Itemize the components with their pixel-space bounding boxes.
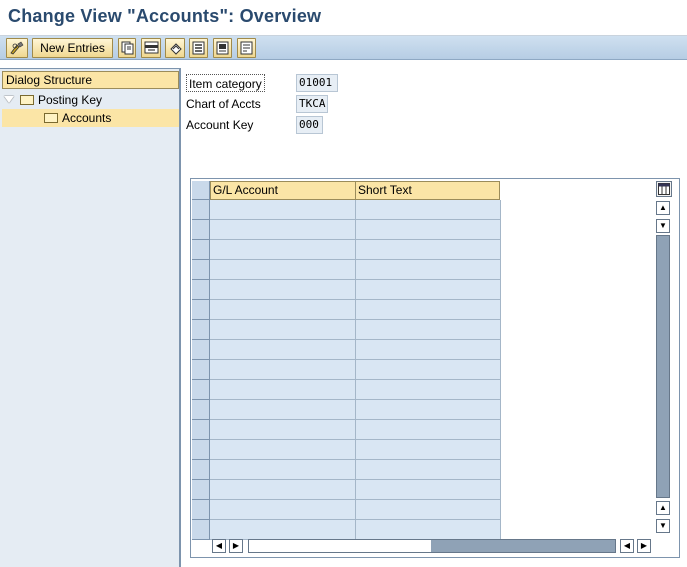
deselect-all-icon[interactable]	[237, 38, 256, 58]
row-selector[interactable]	[192, 460, 210, 480]
scroll-top-button[interactable]: ▲	[656, 201, 670, 215]
open-folder-icon	[44, 113, 58, 123]
row-selector[interactable]	[192, 320, 210, 340]
tree-item-label: Posting Key	[38, 93, 103, 107]
short-text-cell[interactable]	[356, 400, 501, 420]
short-text-cell[interactable]	[356, 260, 501, 280]
column-header-short-text[interactable]: Short Text	[355, 181, 500, 200]
row-selector[interactable]	[192, 400, 210, 420]
dialog-structure-header: Dialog Structure	[2, 71, 179, 89]
tree-item-posting-key[interactable]: Posting Key	[4, 91, 102, 109]
short-text-cell[interactable]	[356, 520, 501, 540]
select-all-icon[interactable]	[189, 38, 208, 58]
horizontal-scroll-thumb[interactable]	[431, 540, 615, 552]
vertical-scrollbar[interactable]	[656, 235, 670, 498]
row-selector[interactable]	[192, 440, 210, 460]
short-text-cell[interactable]	[356, 200, 501, 220]
short-text-cell[interactable]	[356, 280, 501, 300]
short-text-cell[interactable]	[356, 460, 501, 480]
content-spacer	[0, 60, 687, 68]
select-all-rows-cell[interactable]	[192, 181, 210, 200]
short-text-cell[interactable]	[356, 340, 501, 360]
tree-item-label: Accounts	[62, 111, 112, 125]
short-text-cell[interactable]	[356, 500, 501, 520]
table-settings-icon[interactable]	[656, 181, 672, 197]
row-selector[interactable]	[192, 200, 210, 220]
short-text-cell[interactable]	[356, 320, 501, 340]
scroll-last-column-button[interactable]: ▶	[637, 539, 651, 553]
tree-item-accounts[interactable]: Accounts	[2, 109, 179, 127]
gl-account-cell[interactable]	[210, 220, 356, 240]
scroll-bottom-button[interactable]: ▼	[656, 519, 670, 533]
page-title: Change View "Accounts": Overview	[8, 6, 322, 26]
copy-icon[interactable]	[118, 38, 136, 58]
gl-account-cell[interactable]	[210, 420, 356, 440]
short-text-cell[interactable]	[356, 380, 501, 400]
title-bar: Change View "Accounts": Overview	[0, 0, 687, 36]
display-change-icon[interactable]	[6, 38, 28, 58]
gl-account-cell[interactable]	[210, 460, 356, 480]
gl-account-cell[interactable]	[210, 520, 356, 540]
gl-account-cell[interactable]	[210, 400, 356, 420]
gl-account-cell[interactable]	[210, 440, 356, 460]
row-selector[interactable]	[192, 300, 210, 320]
short-text-cell[interactable]	[356, 440, 501, 460]
gl-account-cell[interactable]	[210, 320, 356, 340]
row-selector[interactable]	[192, 360, 210, 380]
scroll-left-button[interactable]: ▶	[229, 539, 243, 553]
short-text-cell[interactable]	[356, 220, 501, 240]
delete-icon[interactable]	[141, 38, 161, 58]
row-selector[interactable]	[192, 240, 210, 260]
gl-account-cell[interactable]	[210, 280, 356, 300]
short-text-cell[interactable]	[356, 420, 501, 440]
short-text-cell[interactable]	[356, 240, 501, 260]
scroll-down-button[interactable]: ▲	[656, 501, 670, 515]
row-selector[interactable]	[192, 380, 210, 400]
gl-account-cell[interactable]	[210, 340, 356, 360]
row-selector[interactable]	[192, 500, 210, 520]
row-selector[interactable]	[192, 280, 210, 300]
account-key-value[interactable]: 000	[296, 116, 323, 134]
chart-of-accts-label: Chart of Accts	[186, 97, 261, 111]
gl-account-cell[interactable]	[210, 500, 356, 520]
row-selector[interactable]	[192, 260, 210, 280]
row-selector[interactable]	[192, 480, 210, 500]
short-text-cell[interactable]	[356, 360, 501, 380]
folder-icon	[20, 95, 34, 105]
table-control: G/L Account Short Text ▲ ▼ ▲ ▼ ◀ ▶ ◀ ▶	[190, 178, 680, 558]
undo-icon[interactable]	[165, 38, 185, 58]
row-selector[interactable]	[192, 520, 210, 540]
row-selector[interactable]	[192, 220, 210, 240]
chart-of-accts-value[interactable]: TKCA	[296, 95, 328, 113]
scroll-up-button[interactable]: ▼	[656, 219, 670, 233]
new-entries-button[interactable]: New Entries	[32, 38, 113, 58]
account-key-label: Account Key	[186, 118, 254, 132]
application-toolbar: New Entries	[0, 36, 687, 60]
gl-account-cell[interactable]	[210, 380, 356, 400]
gl-account-cell[interactable]	[210, 200, 356, 220]
select-block-icon[interactable]	[213, 38, 232, 58]
scroll-first-column-button[interactable]: ◀	[212, 539, 226, 553]
gl-account-cell[interactable]	[210, 360, 356, 380]
row-selector[interactable]	[192, 420, 210, 440]
scroll-right-button[interactable]: ◀	[620, 539, 634, 553]
expand-triangle-icon[interactable]	[4, 96, 14, 103]
gl-account-cell[interactable]	[210, 260, 356, 280]
item-category-label: Item category	[186, 74, 265, 92]
short-text-cell[interactable]	[356, 300, 501, 320]
short-text-cell[interactable]	[356, 480, 501, 500]
main-area: Item category 01001 Chart of Accts TKCA …	[183, 68, 687, 567]
gl-account-cell[interactable]	[210, 300, 356, 320]
gl-account-cell[interactable]	[210, 480, 356, 500]
dialog-structure-panel: Dialog Structure Posting Key Accounts	[0, 68, 181, 567]
row-selector[interactable]	[192, 340, 210, 360]
column-header-gl-account[interactable]: G/L Account	[210, 181, 356, 200]
gl-account-cell[interactable]	[210, 240, 356, 260]
horizontal-scrollbar[interactable]	[248, 539, 616, 553]
item-category-value[interactable]: 01001	[296, 74, 338, 92]
